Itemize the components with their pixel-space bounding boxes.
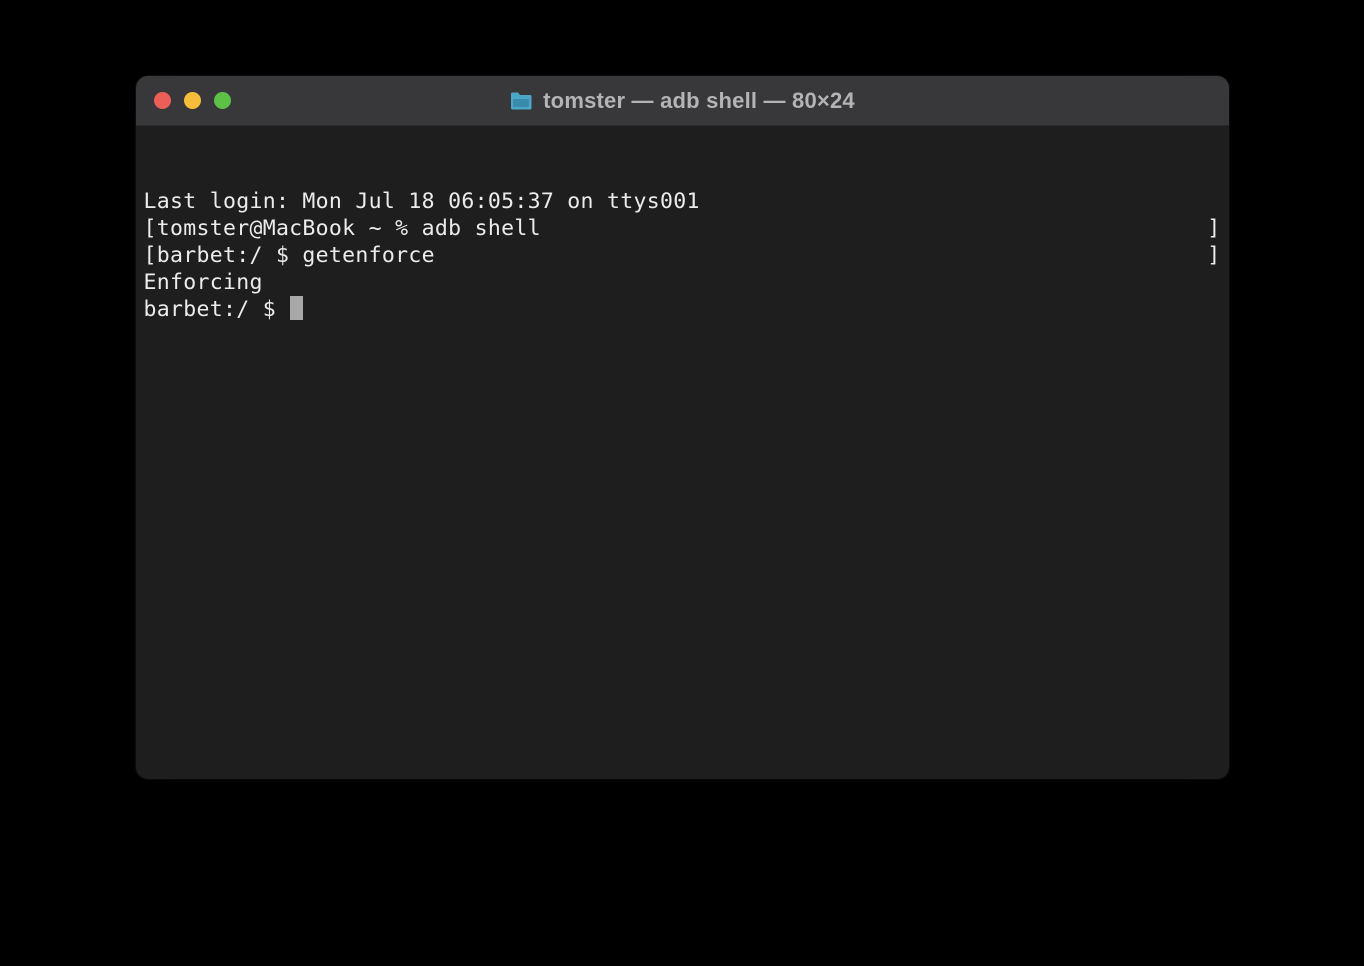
terminal-line: [barbet:/ $ getenforce] [144,242,1221,269]
terminal-line-text: [barbet:/ $ getenforce [144,242,435,269]
terminal-line-text: Enforcing [144,269,263,296]
terminal-line-right: ] [1207,215,1220,242]
folder-icon [509,91,533,111]
terminal-line: Last login: Mon Jul 18 06:05:37 on ttys0… [144,188,1221,215]
title-bar[interactable]: tomster — adb shell — 80×24 [136,76,1229,126]
terminal-line-text: Last login: Mon Jul 18 06:05:37 on ttys0… [144,188,700,215]
terminal-line: Enforcing [144,269,1221,296]
terminal-line: [tomster@MacBook ~ % adb shell] [144,215,1221,242]
maximize-button[interactable] [214,92,231,109]
terminal-line-right: ] [1207,242,1220,269]
terminal-window: tomster — adb shell — 80×24 Last login: … [136,76,1229,779]
window-title: tomster — adb shell — 80×24 [543,88,855,114]
terminal-body[interactable]: Last login: Mon Jul 18 06:05:37 on ttys0… [136,126,1229,779]
close-button[interactable] [154,92,171,109]
cursor [290,296,303,320]
terminal-line-text: [tomster@MacBook ~ % adb shell [144,215,541,242]
terminal-line: barbet:/ $ [144,296,1221,323]
traffic-lights [136,92,231,109]
minimize-button[interactable] [184,92,201,109]
terminal-line-text: barbet:/ $ [144,296,304,323]
title-area: tomster — adb shell — 80×24 [136,88,1229,114]
